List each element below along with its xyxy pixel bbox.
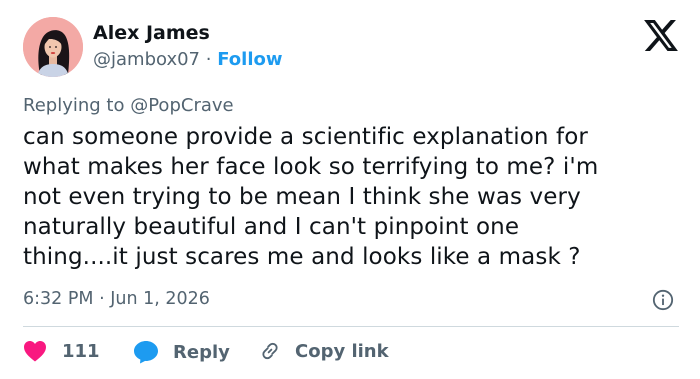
tweet-text: can someone provide a scientific explana… xyxy=(23,122,688,272)
follow-button[interactable]: Follow xyxy=(217,49,282,70)
tweet-text-line: can someone provide a scientific explana… xyxy=(23,124,588,150)
speech-bubble-icon xyxy=(134,341,158,364)
like-count: 111 xyxy=(62,340,100,362)
display-name[interactable]: Alex James xyxy=(93,22,210,44)
reply-context: Replying to @PopCrave xyxy=(23,95,234,116)
timestamp[interactable]: 6:32 PM · Jun 1, 2026 xyxy=(23,289,210,309)
tweet-text-line: not even trying to be mean I think she w… xyxy=(23,184,581,210)
reply-context-prefix: Replying to xyxy=(23,95,125,116)
reply-button[interactable]: Reply xyxy=(133,340,230,364)
divider xyxy=(23,326,679,327)
heart-icon xyxy=(24,341,46,362)
tweet-text-line: naturally beautiful and I can't pinpoint… xyxy=(23,214,520,240)
reply-label: Reply xyxy=(173,341,230,363)
user-handle[interactable]: @jambox07 xyxy=(93,49,200,70)
copy-link-label: Copy link xyxy=(295,340,389,362)
handle-row: @jambox07 · Follow xyxy=(93,49,283,70)
reply-mention-link[interactable]: @PopCrave xyxy=(130,95,233,116)
like-button[interactable]: 111 xyxy=(23,340,100,362)
x-logo-icon[interactable] xyxy=(644,20,678,51)
link-icon xyxy=(262,342,278,360)
avatar-illustration-icon xyxy=(23,17,83,77)
avatar[interactable] xyxy=(23,17,83,77)
info-icon[interactable] xyxy=(652,289,674,311)
tweet-text-line: thing....it just scares me and looks lik… xyxy=(23,244,581,270)
copy-link-button[interactable]: Copy link xyxy=(259,340,389,362)
separator-dot: · xyxy=(205,49,212,70)
tweet-text-line: what makes her face look so terrifying t… xyxy=(23,154,599,180)
